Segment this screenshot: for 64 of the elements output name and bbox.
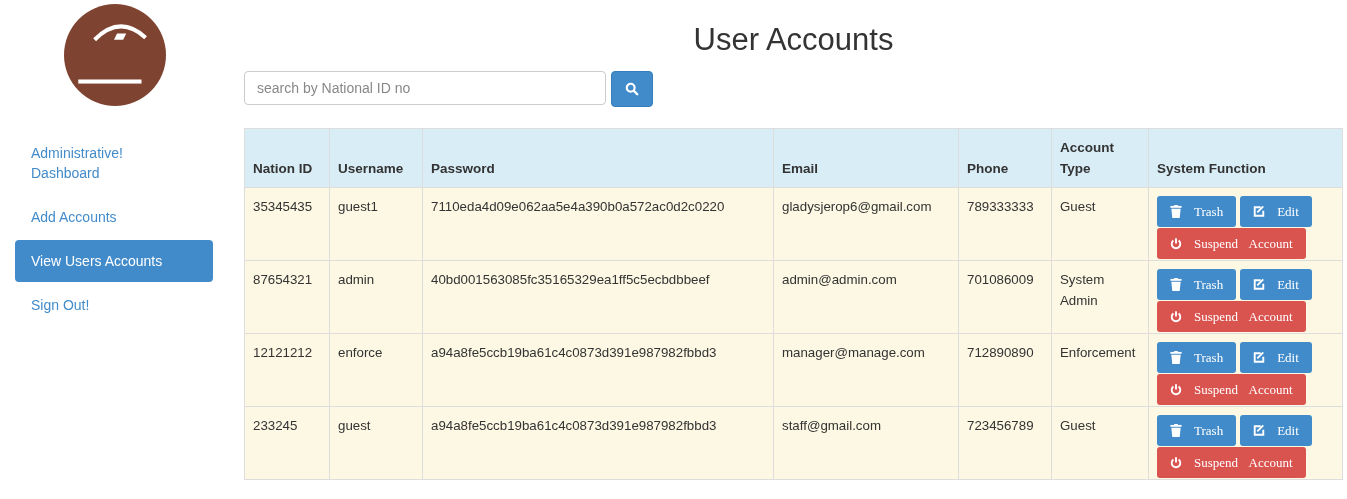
page-title: User Accounts (692, 21, 895, 59)
trash-icon (1170, 351, 1182, 364)
suspend-button[interactable]: Suspend Account (1157, 374, 1306, 405)
column-header: Nation ID (244, 128, 330, 188)
edit-icon (1253, 424, 1266, 437)
edit-button[interactable]: Edit (1240, 342, 1312, 373)
suspend-button[interactable]: Suspend Account (1157, 228, 1306, 259)
table-cell: a94a8fe5ccb19ba61c4c0873d391e987982fbbd3 (422, 333, 774, 407)
table-cell: guest (329, 406, 423, 480)
trash-button[interactable]: Trash (1157, 196, 1237, 227)
table-cell: guest1 (329, 187, 423, 261)
power-icon (1170, 456, 1182, 469)
edit-button[interactable]: Edit (1240, 196, 1312, 227)
table-cell: gladysjerop6@gmail.com (773, 187, 959, 261)
sidebar-item[interactable]: Sign Out! (15, 284, 213, 326)
trash-button[interactable]: Trash (1157, 342, 1237, 373)
suspend-button[interactable]: Suspend Account (1157, 301, 1306, 332)
table-cell: 723456789 (958, 406, 1052, 480)
sidebar-item[interactable]: Administrative! Dashboard (15, 132, 213, 194)
column-header: Email (773, 128, 959, 188)
trash-button[interactable]: Trash (1157, 269, 1237, 300)
table-cell: System Admin (1051, 260, 1149, 334)
suspend-button[interactable]: Suspend Account (1157, 447, 1306, 478)
edit-icon (1253, 205, 1266, 218)
table-cell: 40bd001563085fc35165329ea1ff5c5ecbdbbeef (422, 260, 774, 334)
table-cell: Enforcement (1051, 333, 1149, 407)
search-field[interactable]: search by National ID no (244, 71, 606, 105)
column-header: Account Type (1051, 128, 1149, 188)
logo-icon (64, 4, 166, 106)
trash-button[interactable]: Trash (1157, 415, 1237, 446)
table-cell: 7110eda4d09e062aa5e4a390b0a572ac0d2c0220 (422, 187, 774, 261)
search-button[interactable] (611, 71, 653, 107)
table-cell: 87654321 (244, 260, 330, 334)
table-cell: admin (329, 260, 423, 334)
sidebar-item[interactable]: View Users Accounts (15, 240, 213, 282)
search-icon (625, 82, 639, 96)
table-cell: 789333333 (958, 187, 1052, 261)
power-icon (1170, 237, 1182, 250)
table-cell: 712890890 (958, 333, 1052, 407)
table-cell: Guest (1051, 406, 1149, 480)
edit-icon (1253, 351, 1266, 364)
trash-icon (1170, 278, 1182, 291)
sidebar-item[interactable]: Add Accounts (15, 196, 213, 238)
table-cell: 35345435 (244, 187, 330, 261)
column-header: Password (422, 128, 774, 188)
edit-button[interactable]: Edit (1240, 415, 1312, 446)
trash-icon (1170, 424, 1182, 437)
table-cell: Guest (1051, 187, 1149, 261)
table-cell: staff@gmail.com (773, 406, 959, 480)
table-cell: a94a8fe5ccb19ba61c4c0873d391e987982fbbd3 (422, 406, 774, 480)
table-cell: admin@admin.com (773, 260, 959, 334)
table-cell: 233245 (244, 406, 330, 480)
column-header: System Function (1148, 128, 1343, 188)
table-cell: enforce (329, 333, 423, 407)
edit-icon (1253, 278, 1266, 291)
column-header: Username (329, 128, 423, 188)
edit-button[interactable]: Edit (1240, 269, 1312, 300)
power-icon (1170, 310, 1182, 323)
table-cell: 12121212 (244, 333, 330, 407)
trash-icon (1170, 205, 1182, 218)
power-icon (1170, 383, 1182, 396)
table-cell: 701086009 (958, 260, 1052, 334)
table-cell: manager@manage.com (773, 333, 959, 407)
column-header: Phone (958, 128, 1052, 188)
